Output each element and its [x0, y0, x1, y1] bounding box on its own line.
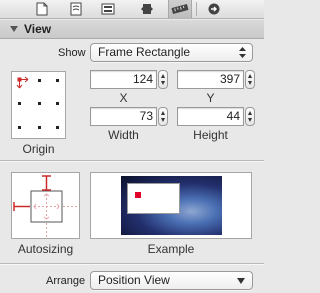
quick-help-icon[interactable] — [64, 0, 88, 18]
connections-icon[interactable] — [202, 0, 226, 18]
arrange-popup-value: Position View — [98, 273, 170, 287]
x-stepper[interactable] — [158, 70, 168, 89]
updown-arrows-icon — [239, 47, 246, 58]
y-label: Y — [206, 91, 215, 105]
x-label: X — [119, 91, 128, 105]
divider — [0, 264, 264, 265]
example-view-marker — [135, 192, 141, 198]
y-stepper[interactable] — [245, 70, 255, 89]
example-label: Example — [147, 242, 195, 256]
view-section-header[interactable]: View — [0, 20, 264, 39]
origin-anchor-grid[interactable] — [12, 72, 67, 140]
divider — [0, 161, 264, 162]
width-label: Width — [108, 128, 139, 142]
autosizing-control[interactable] — [11, 172, 80, 239]
autosizing-label: Autosizing — [17, 242, 74, 256]
chevron-down-icon — [237, 278, 245, 284]
attributes-icon[interactable] — [135, 0, 159, 18]
origin-selector[interactable] — [11, 71, 66, 139]
autosizing-springs-struts[interactable] — [12, 173, 81, 240]
example-window — [127, 183, 180, 214]
arrange-popup[interactable]: Position View — [90, 271, 253, 290]
show-label: Show — [58, 47, 86, 59]
size-ruler-icon[interactable] — [168, 0, 192, 18]
example-preview — [90, 172, 252, 239]
x-field[interactable]: 124 — [90, 70, 157, 89]
width-field[interactable]: 73 — [90, 107, 157, 126]
example-desktop-image — [121, 176, 222, 235]
y-field[interactable]: 397 — [177, 70, 244, 89]
show-popup-value: Frame Rectangle — [98, 45, 191, 59]
width-stepper[interactable] — [158, 107, 168, 126]
section-title: View — [24, 22, 52, 36]
height-field[interactable]: 44 — [177, 107, 244, 126]
inspector-toolbar — [0, 0, 264, 19]
disclosure-triangle-icon[interactable] — [10, 26, 18, 32]
origin-label: Origin — [22, 142, 55, 156]
identity-icon[interactable] — [96, 0, 120, 18]
arrange-label: Arrange — [46, 275, 86, 287]
file-icon[interactable] — [30, 0, 54, 18]
show-popup[interactable]: Frame Rectangle — [90, 43, 253, 62]
height-stepper[interactable] — [245, 107, 255, 126]
height-label: Height — [193, 128, 228, 142]
